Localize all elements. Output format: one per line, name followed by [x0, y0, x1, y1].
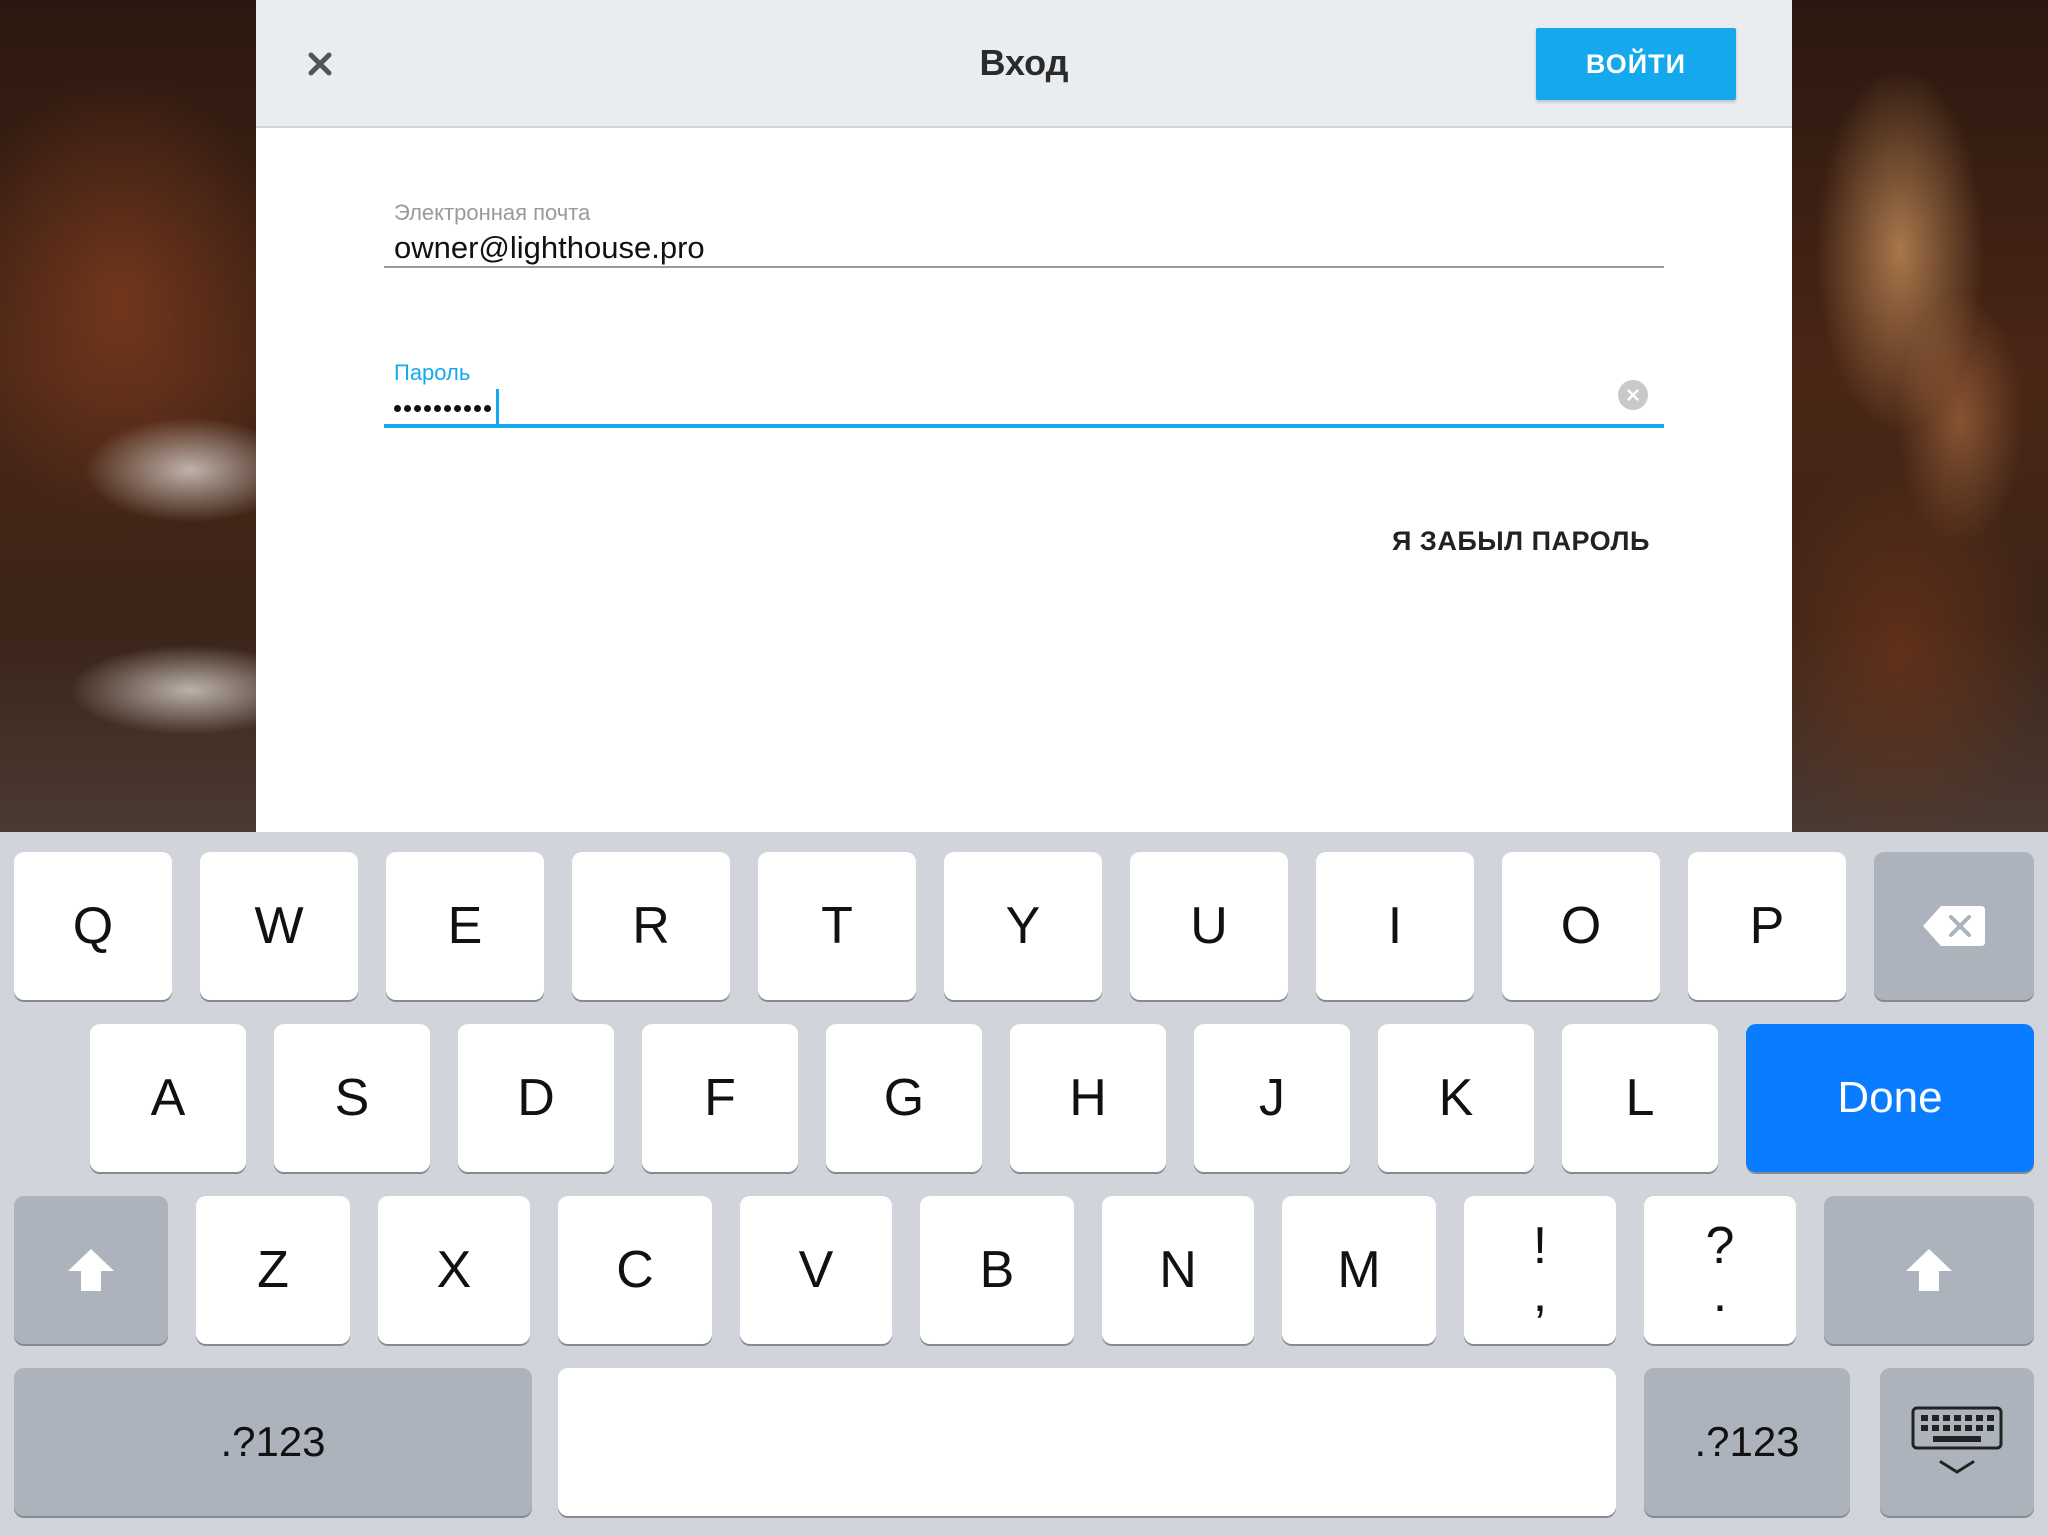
- password-dot: [424, 404, 431, 412]
- key-c[interactable]: C: [558, 1196, 712, 1344]
- dialog-header: Вход ВОЙТИ: [256, 0, 1792, 128]
- keyboard-dismiss-key[interactable]: [1880, 1368, 2034, 1516]
- key-t[interactable]: T: [758, 852, 916, 1000]
- key-f[interactable]: F: [642, 1024, 798, 1172]
- key-q[interactable]: Q: [14, 852, 172, 1000]
- key-l[interactable]: L: [1562, 1024, 1718, 1172]
- email-field[interactable]: Электронная почта owner@lighthouse.pro: [384, 196, 1664, 268]
- password-dot: [394, 404, 401, 412]
- email-value: owner@lighthouse.pro: [394, 230, 705, 265]
- password-dot: [404, 404, 411, 412]
- key-p[interactable]: P: [1688, 852, 1846, 1000]
- key-j[interactable]: J: [1194, 1024, 1350, 1172]
- key-g[interactable]: G: [826, 1024, 982, 1172]
- key-w[interactable]: W: [200, 852, 358, 1000]
- password-dot: [444, 404, 451, 412]
- key-z[interactable]: Z: [196, 1196, 350, 1344]
- key-x[interactable]: X: [378, 1196, 530, 1344]
- password-masked-value: [394, 389, 499, 427]
- password-dot: [474, 404, 481, 412]
- forgot-password-link[interactable]: Я ЗАБЫЛ ПАРОЛЬ: [1392, 526, 1650, 557]
- keyboard-dismiss-icon: [1911, 1406, 2003, 1474]
- close-icon: [308, 52, 332, 76]
- key-e[interactable]: E: [386, 852, 544, 1000]
- email-label: Электронная почта: [394, 200, 591, 225]
- close-button[interactable]: [296, 40, 344, 88]
- key-comma-bottom: ,: [1532, 1265, 1548, 1323]
- password-dot: [484, 404, 491, 412]
- key-a[interactable]: A: [90, 1024, 246, 1172]
- numbers-mode-key-right[interactable]: .?123: [1644, 1368, 1850, 1516]
- done-key[interactable]: Done: [1746, 1024, 2034, 1172]
- key-h[interactable]: H: [1010, 1024, 1166, 1172]
- key-r[interactable]: R: [572, 852, 730, 1000]
- key-exclaim-comma[interactable]: ! ,: [1464, 1196, 1616, 1344]
- text-caret: [496, 389, 499, 427]
- shift-key-left[interactable]: [14, 1196, 168, 1344]
- key-question-top: ?: [1705, 1217, 1735, 1275]
- key-o[interactable]: O: [1502, 852, 1660, 1000]
- clear-icon: [1627, 389, 1639, 401]
- key-exclaim-top: !: [1532, 1217, 1548, 1275]
- key-s[interactable]: S: [274, 1024, 430, 1172]
- key-u[interactable]: U: [1130, 852, 1288, 1000]
- key-k[interactable]: K: [1378, 1024, 1534, 1172]
- shift-icon: [68, 1249, 114, 1291]
- key-m[interactable]: M: [1282, 1196, 1436, 1344]
- backspace-icon: [1923, 906, 1985, 946]
- login-button[interactable]: ВОЙТИ: [1536, 28, 1736, 100]
- password-dot: [434, 404, 441, 412]
- password-dot: [454, 404, 461, 412]
- space-key[interactable]: [558, 1368, 1616, 1516]
- clear-password-button[interactable]: [1618, 380, 1648, 410]
- key-i[interactable]: I: [1316, 852, 1474, 1000]
- key-question-period[interactable]: ? .: [1644, 1196, 1796, 1344]
- backspace-key[interactable]: [1874, 852, 2034, 1000]
- key-d[interactable]: D: [458, 1024, 614, 1172]
- key-n[interactable]: N: [1102, 1196, 1254, 1344]
- numbers-mode-key-left[interactable]: .?123: [14, 1368, 532, 1516]
- login-dialog: Вход ВОЙТИ Электронная почта owner@light…: [256, 0, 1792, 832]
- key-y[interactable]: Y: [944, 852, 1102, 1000]
- password-label: Пароль: [394, 360, 471, 385]
- password-dot: [464, 404, 471, 412]
- password-field[interactable]: Пароль: [384, 356, 1664, 428]
- shift-icon: [1906, 1249, 1952, 1291]
- onscreen-keyboard: Q W E R T Y U I O P A S D F G H J K L Do…: [0, 832, 2048, 1536]
- key-b[interactable]: B: [920, 1196, 1074, 1344]
- shift-key-right[interactable]: [1824, 1196, 2034, 1344]
- password-dot: [414, 404, 421, 412]
- key-v[interactable]: V: [740, 1196, 892, 1344]
- key-period-bottom: .: [1712, 1265, 1728, 1323]
